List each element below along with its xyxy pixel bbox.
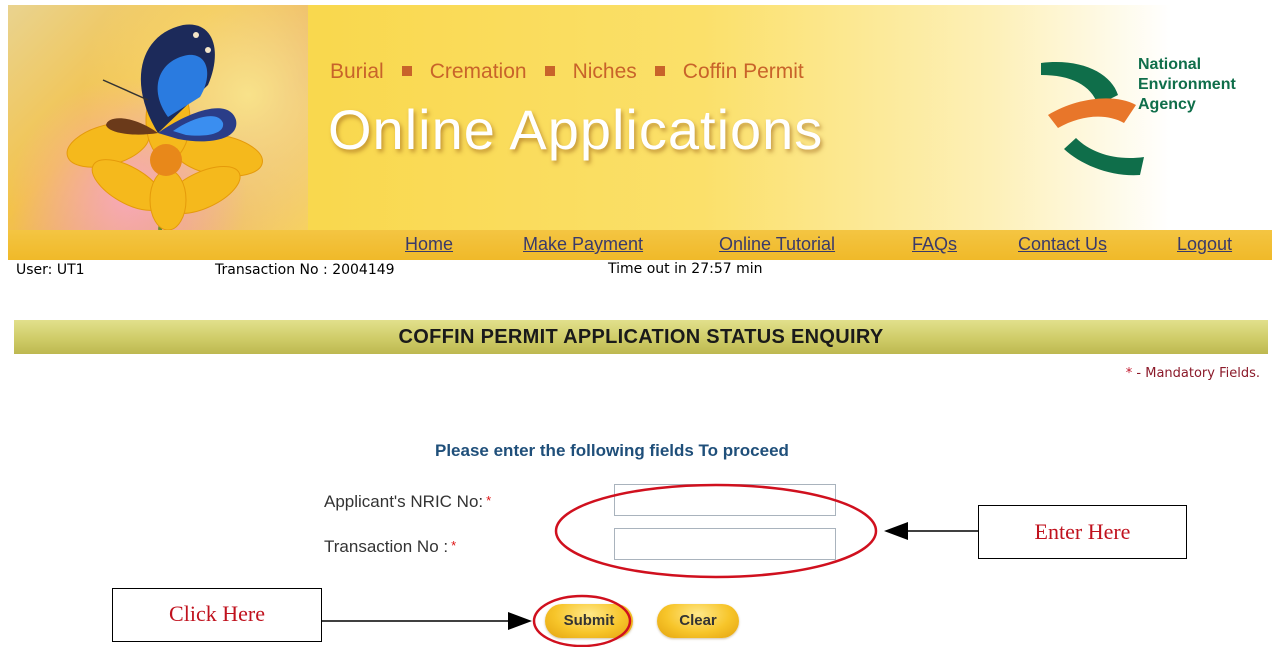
category-cremation: Cremation xyxy=(429,60,527,83)
page-title: COFFIN PERMIT APPLICATION STATUS ENQUIRY xyxy=(398,326,884,348)
agency-name: National Environment Agency xyxy=(1138,56,1236,113)
nav-faqs[interactable]: FAQs xyxy=(912,234,957,255)
square-bullet-icon xyxy=(401,65,412,76)
transaction-info: Transaction No : 2004149 xyxy=(215,262,395,278)
click-here-callout: Click Here xyxy=(112,588,322,642)
header-banner: Burial Cremation Niches Coffin Permit Onlin… xyxy=(8,5,1272,230)
butterfly-flower-image xyxy=(8,5,308,230)
transaction-input[interactable] xyxy=(614,528,836,560)
user-info: User: UT1 xyxy=(16,262,85,278)
nav-make-payment[interactable]: Make Payment xyxy=(523,234,643,255)
nric-label: Applicant's NRIC No: * xyxy=(324,492,492,511)
nric-input[interactable] xyxy=(614,484,836,516)
timeout-info: Time out in 27:57 min xyxy=(608,261,763,277)
arrow-left-icon xyxy=(884,522,978,540)
site-title: Online Applications xyxy=(328,98,824,161)
main-nav: Home Make Payment Online Tutorial FAQs C… xyxy=(8,230,1272,260)
clear-button[interactable]: Clear xyxy=(657,604,739,638)
service-categories: Burial Cremation Niches Coffin Permit xyxy=(330,60,804,84)
submit-button[interactable]: Submit xyxy=(545,604,633,638)
transaction-label: Transaction No : * xyxy=(324,537,457,556)
section-header: COFFIN PERMIT APPLICATION STATUS ENQUIRY xyxy=(14,320,1268,354)
nav-contact-us[interactable]: Contact Us xyxy=(1018,234,1107,255)
category-coffin-permit: Coffin Permit xyxy=(682,60,804,83)
category-burial: Burial xyxy=(330,60,384,83)
enter-here-callout: Enter Here xyxy=(978,505,1187,559)
form-prompt: Please enter the following fields To pro… xyxy=(435,441,789,460)
required-marker: * xyxy=(451,538,457,553)
square-bullet-icon xyxy=(654,65,665,76)
arrow-right-icon xyxy=(322,612,532,630)
category-niches: Niches xyxy=(572,60,637,83)
square-bullet-icon xyxy=(544,65,555,76)
nea-logo-icon xyxy=(1041,62,1144,176)
nav-logout[interactable]: Logout xyxy=(1177,234,1232,255)
required-marker: * xyxy=(486,493,492,508)
mandatory-note: * - Mandatory Fields. xyxy=(1125,366,1260,381)
nav-online-tutorial[interactable]: Online Tutorial xyxy=(719,234,835,255)
nav-home[interactable]: Home xyxy=(405,234,453,255)
